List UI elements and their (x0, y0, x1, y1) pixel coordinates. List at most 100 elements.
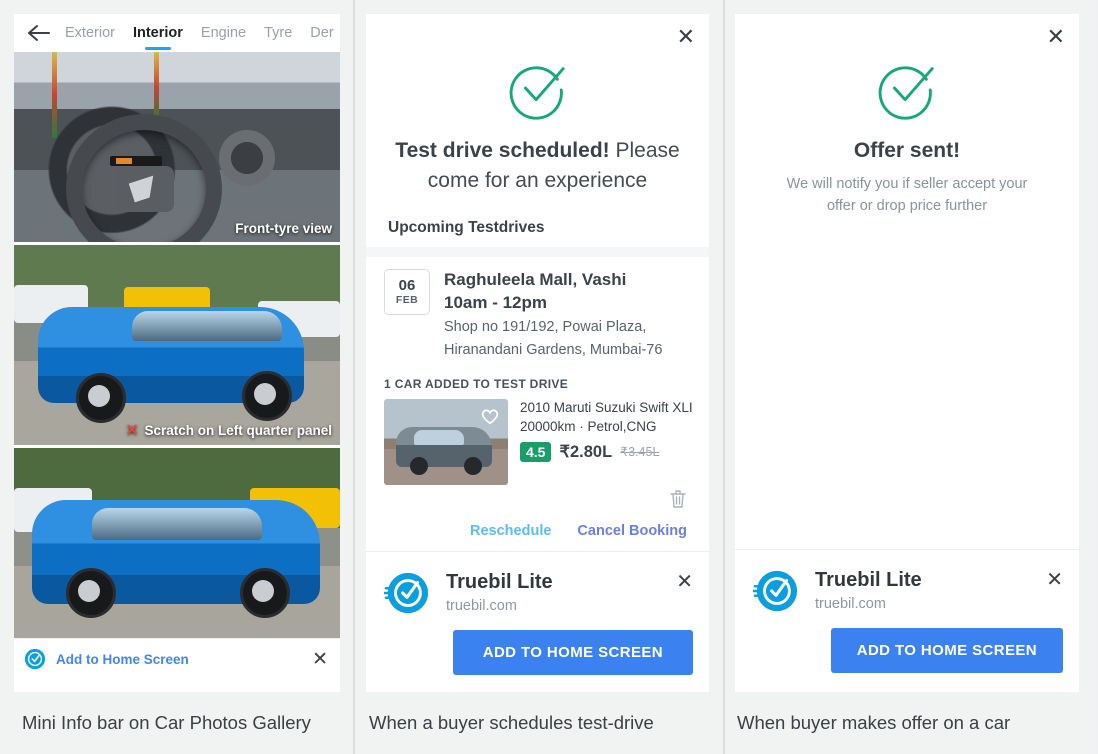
offer-headline: Offer sent! (853, 139, 961, 162)
testdrive-actions: Reschedule Cancel Booking (366, 509, 709, 555)
add-to-home-screen-button[interactable]: ADD TO HOME SCREEN (830, 628, 1063, 673)
steering-wheel-icon (66, 114, 222, 242)
trash-icon[interactable] (669, 489, 687, 509)
photo-caption: Front-tyre view (235, 221, 332, 236)
add-to-home-screen-button[interactable]: ADD TO HOME SCREEN (452, 630, 693, 675)
car-glass (132, 311, 282, 341)
gallery-photo-interior[interactable]: Front-tyre view (14, 52, 340, 242)
testdrive-date-month: FEB (395, 293, 419, 306)
install-banner-top: Truebil Lite truebil.com ✕ (735, 550, 1079, 614)
car-thumbnail[interactable] (384, 398, 508, 485)
close-icon[interactable]: ✕ (1046, 568, 1063, 590)
air-vent-icon (219, 130, 275, 186)
car-wheel (240, 568, 290, 618)
phone-screen-gallery: Exterior Interior Engine Tyre Der Front-… (14, 14, 340, 692)
tab-exterior[interactable]: Exterior (56, 14, 124, 52)
photo-caption: ✕ Scratch on Left quarter panel (126, 421, 332, 439)
car-wheel (66, 568, 116, 618)
add-to-home-screen-bar[interactable]: Add to Home Screen ✕ (14, 638, 340, 679)
tab-interior[interactable]: Interior (124, 14, 192, 52)
phone-screen-offer: ✕ Offer sent! We will notify you if sell… (735, 14, 1079, 706)
back-arrow-icon[interactable] (22, 16, 56, 50)
rating-badge: 4.5 (520, 441, 552, 463)
truebil-logo-icon (384, 572, 429, 614)
install-banner: Truebil Lite truebil.com ✕ ADD TO HOME S… (366, 551, 709, 706)
car-price-original: ₹3.45L (620, 445, 660, 460)
install-app-url: truebil.com (815, 596, 886, 612)
testdrive-place: Raghuleela Mall, Vashi (444, 269, 627, 289)
testdrive-date-badge: 06 FEB (384, 268, 430, 315)
success-check-wrap (735, 14, 1079, 120)
dialog-headline-bold: Test drive scheduled! (395, 139, 610, 162)
panel-car-gallery: Exterior Interior Engine Tyre Der Front-… (0, 0, 353, 754)
car-wheel (410, 456, 428, 475)
close-icon[interactable]: ✕ (676, 570, 693, 592)
success-check-wrap (366, 14, 709, 120)
install-app-url: truebil.com (446, 598, 517, 614)
cancel-booking-button[interactable]: Cancel Booking (577, 523, 687, 539)
install-app-title: Truebil Lite (446, 571, 553, 593)
car-wheel (76, 373, 126, 423)
testdrive-address-line2: Hiranandani Gardens, Mumbai-76 (444, 341, 663, 358)
panel-testdrive-scheduled: ✕ Test drive scheduled! Please come for … (353, 0, 725, 754)
success-check-icon (509, 66, 565, 120)
install-button-wrap: ADD TO HOME SCREEN (735, 614, 1079, 673)
install-app-title: Truebil Lite (815, 569, 922, 591)
cars-added-label: 1 CAR ADDED TO TEST DRIVE (384, 376, 569, 391)
dashboard-display-icon (110, 156, 162, 166)
install-banner-text: Truebil Lite truebil.com (815, 568, 1046, 612)
screenshot-board: Exterior Interior Engine Tyre Der Front-… (0, 0, 1098, 754)
car-price: ₹2.80L (559, 442, 613, 461)
gallery-tab-bar: Exterior Interior Engine Tyre Der (14, 14, 340, 52)
tab-dent[interactable]: Der (301, 14, 340, 52)
close-icon[interactable]: ✕ (1047, 26, 1065, 48)
car-details: 2010 Maruti Suzuki Swift XLI... 20000km … (520, 399, 693, 485)
defect-x-icon: ✕ (125, 422, 139, 439)
testdrive-car-item[interactable]: 2010 Maruti Suzuki Swift XLI... 20000km … (366, 398, 709, 485)
car-glass (92, 508, 262, 540)
offer-subtext-line2: offer or drop price further (826, 198, 988, 215)
add-to-home-screen-label: Add to Home Screen (56, 651, 189, 667)
close-icon[interactable]: ✕ (312, 650, 328, 669)
phone-screen-testdrive: ✕ Test drive scheduled! Please come for … (366, 14, 709, 706)
testdrive-info: Raghuleela Mall, Vashi 10am - 12pm Shop … (444, 269, 662, 361)
photo-caption-text: Front-tyre view (235, 221, 332, 236)
panel-caption-gallery: Mini Info bar on Car Photos Gallery (0, 692, 353, 754)
car-title: 2010 Maruti Suzuki Swift XLI... (520, 399, 693, 415)
install-banner-text: Truebil Lite truebil.com (446, 570, 676, 614)
success-check-icon (878, 66, 934, 120)
car-wheel (464, 456, 482, 475)
testdrive-time: 10am - 12pm (444, 292, 547, 312)
car-glass (414, 429, 464, 445)
testdrive-date-day: 06 (398, 277, 416, 294)
car-delete-row (366, 485, 709, 509)
car-price-line: 4.5 ₹2.80L ₹3.45L (520, 441, 693, 463)
section-band (366, 246, 709, 257)
dialog-headline: Offer sent! (735, 120, 1079, 166)
gallery-photo-exterior-side[interactable] (14, 445, 340, 638)
panel-caption-offer: When buyer makes offer on a car (725, 692, 1096, 754)
tab-engine[interactable]: Engine (192, 14, 255, 52)
truebil-logo-icon (24, 648, 46, 670)
tab-tyre[interactable]: Tyre (255, 14, 301, 52)
car-specs: 20000km · Petrol,CNG (520, 419, 657, 434)
testdrive-row: 06 FEB Raghuleela Mall, Vashi 10am - 12p… (366, 257, 709, 361)
section-title-upcoming: Upcoming Testdrives (388, 218, 545, 236)
dialog-headline: Test drive scheduled! Please come for an… (366, 120, 709, 197)
hanging-decor-icon (154, 52, 159, 122)
photo-caption-text: Scratch on Left quarter panel (144, 422, 332, 438)
car-wheel (242, 371, 292, 421)
heart-icon[interactable] (480, 407, 500, 425)
close-icon[interactable]: ✕ (677, 26, 695, 48)
install-banner-top: Truebil Lite truebil.com ✕ (366, 552, 709, 616)
offer-subtext-line1: We will notify you if seller accept your (786, 176, 1028, 193)
install-banner: Truebil Lite truebil.com ✕ ADD TO HOME S… (735, 549, 1079, 706)
panel-offer-sent: ✕ Offer sent! We will notify you if sell… (725, 0, 1096, 754)
testdrive-address-line1: Shop no 191/192, Powai Plaza, (444, 318, 647, 335)
gallery-photo-exterior-front[interactable]: ✕ Scratch on Left quarter panel (14, 242, 340, 445)
truebil-logo-icon (753, 570, 798, 612)
hanging-decor-icon (52, 52, 57, 138)
install-button-wrap: ADD TO HOME SCREEN (366, 616, 709, 675)
panel-caption-testdrive: When a buyer schedules test-drive (355, 692, 723, 754)
reschedule-button[interactable]: Reschedule (470, 523, 551, 539)
